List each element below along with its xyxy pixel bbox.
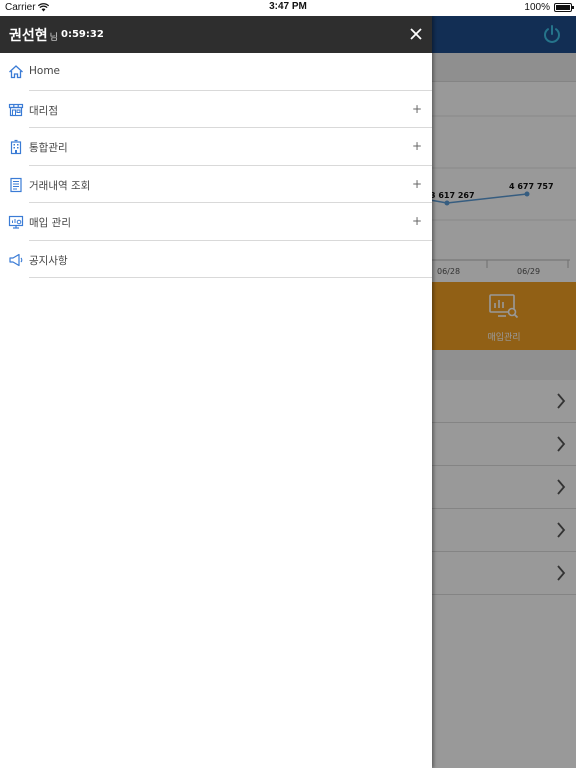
megaphone-icon	[9, 253, 23, 266]
menu-item-notices[interactable]: 공지사항	[0, 241, 432, 278]
expand-plus-icon[interactable]: +	[412, 178, 422, 190]
user-honorific: 님	[49, 33, 58, 43]
building-icon	[10, 139, 22, 155]
store-icon	[8, 103, 24, 116]
status-clock: 3:47 PM	[269, 1, 307, 12]
battery-percentage: 100%	[524, 2, 550, 13]
expand-plus-icon[interactable]: +	[412, 215, 422, 227]
expand-plus-icon[interactable]: +	[412, 140, 422, 152]
menu-item-label: 통합관리	[29, 142, 68, 154]
monitor-icon	[8, 215, 24, 229]
drawer-header: 권선현 님 0:59:32	[0, 16, 432, 53]
session-timer: 0:59:32	[61, 29, 104, 40]
status-bar: Carrier 3:47 PM 100%	[0, 0, 576, 16]
drawer-menu: Home 대리점 + 통합관리 + 거래내역 조회 + 매입 관리 + 공지사항	[0, 53, 432, 278]
side-drawer: 권선현 님 0:59:32 Home 대리점 + 통합관리 + 거래내역 조회 …	[0, 16, 432, 768]
menu-item-label: 거래내역 조회	[29, 179, 91, 192]
menu-item-transaction-history[interactable]: 거래내역 조회 +	[0, 166, 432, 203]
home-icon	[9, 65, 23, 79]
menu-item-integrated-management[interactable]: 통합관리 +	[0, 128, 432, 166]
menu-item-label: 매입 관리	[29, 217, 71, 229]
expand-plus-icon[interactable]: +	[412, 103, 422, 115]
menu-item-home[interactable]: Home	[0, 53, 432, 91]
close-icon[interactable]	[408, 26, 424, 42]
battery-icon	[554, 3, 574, 12]
user-name-text: 권선현	[9, 28, 48, 44]
menu-item-label: 공지사항	[29, 254, 68, 267]
document-icon	[10, 177, 22, 192]
menu-item-agency[interactable]: 대리점 +	[0, 91, 432, 128]
menu-item-purchase-management[interactable]: 매입 관리 +	[0, 203, 432, 241]
user-name: 권선현 님	[9, 25, 58, 45]
menu-item-label: 대리점	[29, 104, 58, 117]
divider	[29, 277, 432, 278]
menu-item-label: Home	[29, 65, 61, 77]
